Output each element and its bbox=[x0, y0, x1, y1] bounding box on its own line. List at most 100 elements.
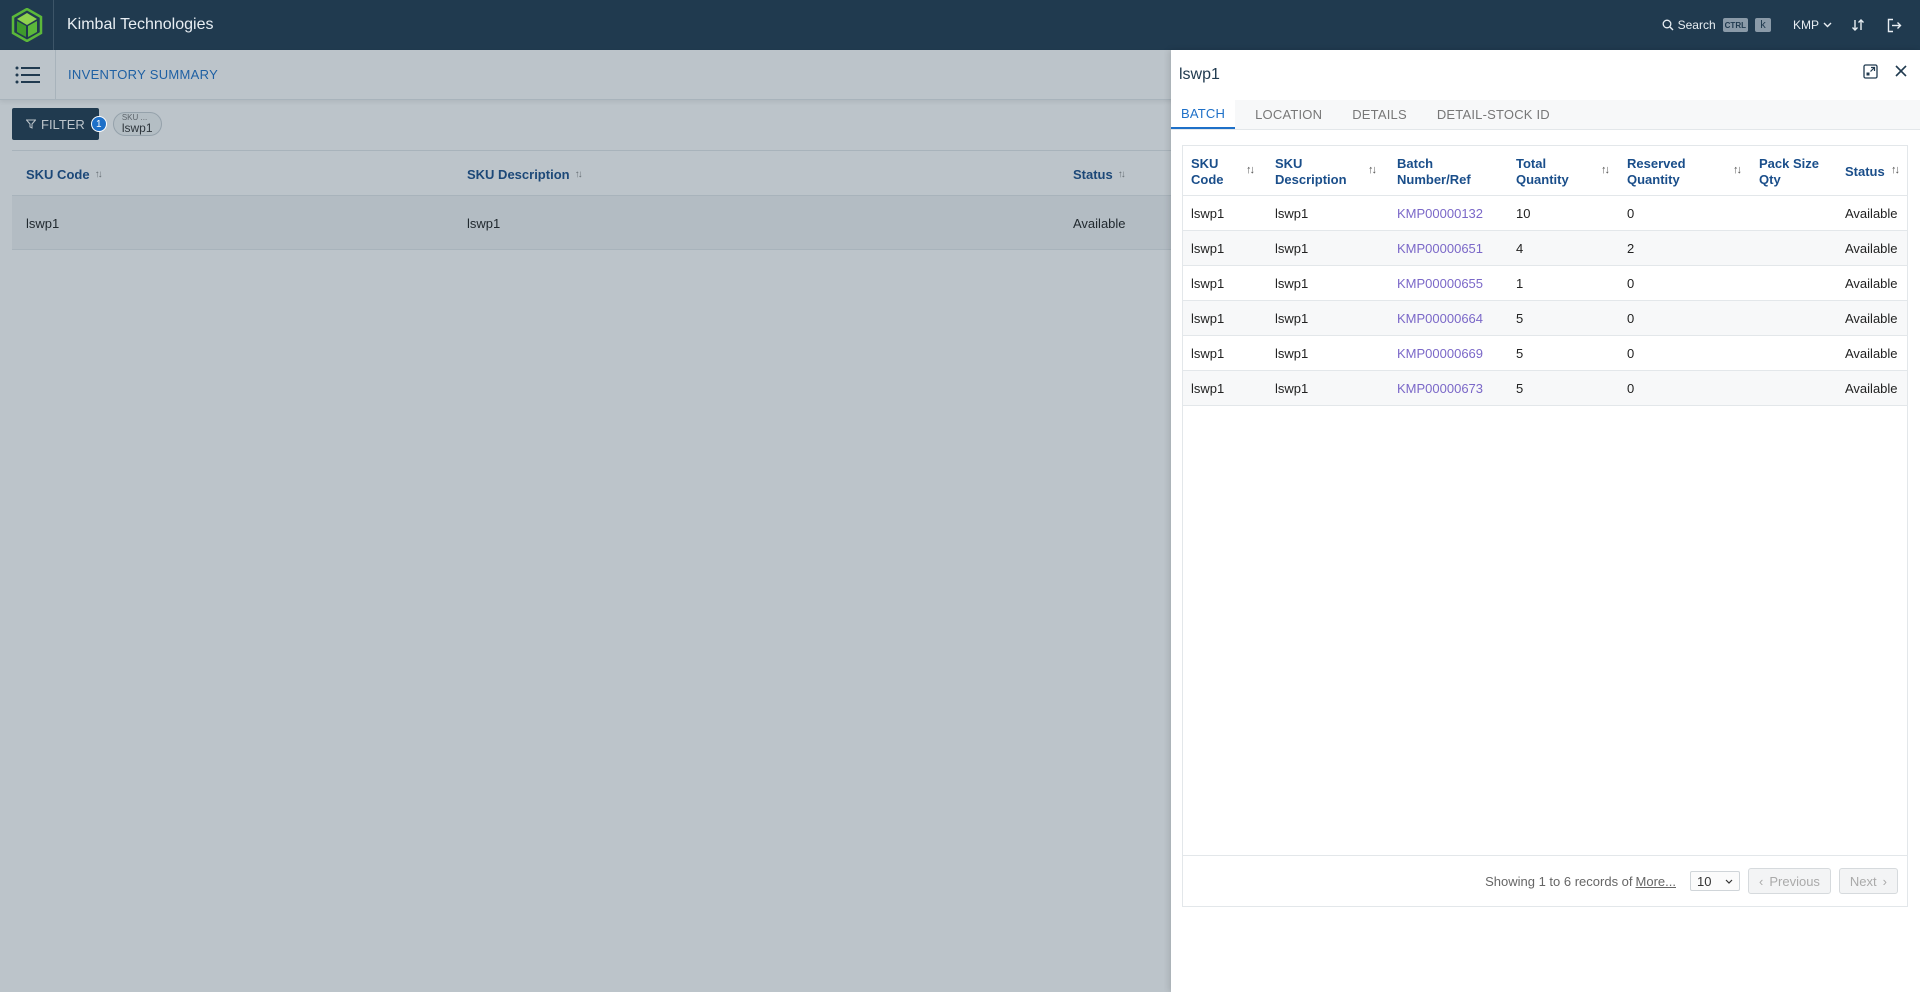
tab-batch[interactable]: BATCH bbox=[1171, 100, 1236, 129]
column-label-line: Batch bbox=[1397, 156, 1434, 171]
cell-batch-link[interactable]: KMP00000669 bbox=[1397, 346, 1483, 361]
column-label-line: Code bbox=[1191, 172, 1224, 187]
column-header-sku-code[interactable]: SKU Code bbox=[1191, 156, 1224, 188]
cell-sku-description: lswp1 bbox=[1275, 346, 1309, 361]
column-header-sku-description[interactable]: SKU Description bbox=[1275, 156, 1347, 188]
logo-icon bbox=[11, 8, 42, 42]
drawer-header: lswp1 bbox=[1171, 50, 1920, 100]
cell-sku-code: lswp1 bbox=[1191, 381, 1225, 396]
table-row[interactable]: lswp1 lswp1 KMP00000655 1 0 Available bbox=[1183, 266, 1907, 301]
cell-total-quantity: 4 bbox=[1516, 241, 1524, 256]
top-right-actions: Search CTRL k KMP bbox=[1662, 0, 1920, 50]
cell-reserved-quantity: 0 bbox=[1627, 276, 1635, 291]
cell-total-quantity: 10 bbox=[1516, 206, 1531, 221]
column-header-reserved-quantity[interactable]: Reserved Quantity bbox=[1627, 156, 1686, 188]
cell-batch-link[interactable]: KMP00000655 bbox=[1397, 276, 1483, 291]
cell-sku-code: lswp1 bbox=[1191, 276, 1225, 291]
column-header-pack-size[interactable]: Pack Size Qty bbox=[1759, 156, 1819, 188]
k-key-badge: k bbox=[1754, 18, 1771, 32]
sort-toggle-button[interactable] bbox=[1848, 15, 1868, 35]
cell-sku-code: lswp1 bbox=[1191, 346, 1225, 361]
table-row[interactable]: lswp1 lswp1 KMP00000651 4 2 Available bbox=[1183, 231, 1907, 266]
column-label-line: SKU bbox=[1275, 156, 1303, 171]
cell-reserved-quantity: 2 bbox=[1627, 241, 1635, 256]
drawer-title: lswp1 bbox=[1179, 66, 1220, 83]
column-header-status[interactable]: Status bbox=[1845, 164, 1885, 180]
cell-status: Available bbox=[1845, 276, 1898, 291]
batch-grid-header: SKU Code ↑↓ SKU Description ↑↓ Batch Num… bbox=[1183, 146, 1907, 196]
chevron-down-icon bbox=[1725, 879, 1733, 884]
cell-reserved-quantity: 0 bbox=[1627, 346, 1635, 361]
logout-button[interactable] bbox=[1884, 15, 1904, 35]
table-row[interactable]: lswp1 lswp1 KMP00000669 5 0 Available bbox=[1183, 336, 1907, 371]
tab-detail-stock-id[interactable]: DETAIL-STOCK ID bbox=[1427, 100, 1560, 129]
column-label-line: Number/Ref bbox=[1397, 172, 1471, 187]
page-size-select[interactable]: 10 bbox=[1690, 871, 1740, 891]
app-logo[interactable] bbox=[0, 0, 54, 50]
org-label: KMP bbox=[1792, 18, 1819, 32]
tab-details[interactable]: DETAILS bbox=[1342, 100, 1417, 129]
column-label-line: Total bbox=[1516, 156, 1547, 171]
cell-batch-link[interactable]: KMP00000132 bbox=[1397, 206, 1483, 221]
cell-sku-code: lswp1 bbox=[1191, 241, 1225, 256]
brand-name: Kimbal Technologies bbox=[67, 16, 214, 33]
search-label: Search bbox=[1677, 18, 1716, 32]
expand-button[interactable] bbox=[1863, 64, 1878, 82]
more-link[interactable]: More... bbox=[1636, 874, 1676, 889]
cell-reserved-quantity: 0 bbox=[1627, 381, 1635, 396]
column-label-line: Status bbox=[1845, 164, 1885, 179]
next-page-button[interactable]: Next › bbox=[1838, 868, 1898, 894]
cell-status: Available bbox=[1845, 311, 1898, 326]
org-selector[interactable]: KMP bbox=[1793, 18, 1832, 32]
chevron-right-icon: › bbox=[1882, 873, 1887, 889]
global-search-button[interactable]: Search CTRL k bbox=[1662, 18, 1771, 32]
cell-reserved-quantity: 0 bbox=[1627, 311, 1635, 326]
table-row[interactable]: lswp1 lswp1 KMP00000664 5 0 Available bbox=[1183, 301, 1907, 336]
cell-status: Available bbox=[1845, 206, 1898, 221]
pagination-bar: Showing 1 to 6 records of More... 10 ‹ P… bbox=[1183, 855, 1907, 906]
chevron-left-icon: ‹ bbox=[1759, 873, 1764, 889]
cell-status: Available bbox=[1845, 241, 1898, 256]
logout-icon bbox=[1887, 18, 1901, 32]
detail-drawer: lswp1 BATCH LOCATION DETAILS DETAIL-STOC… bbox=[1171, 50, 1920, 992]
cell-total-quantity: 5 bbox=[1516, 381, 1524, 396]
column-label-line: SKU bbox=[1191, 156, 1219, 171]
previous-page-button[interactable]: ‹ Previous bbox=[1748, 868, 1831, 894]
column-label-line: Qty bbox=[1759, 172, 1781, 187]
sort-icon[interactable]: ↑↓ bbox=[1891, 164, 1900, 176]
column-header-batch-number[interactable]: Batch Number/Ref bbox=[1397, 156, 1471, 188]
cell-batch-link[interactable]: KMP00000651 bbox=[1397, 241, 1483, 256]
cell-total-quantity: 5 bbox=[1516, 311, 1524, 326]
sort-icon[interactable]: ↑↓ bbox=[1368, 164, 1377, 176]
drawer-tabs: BATCH LOCATION DETAILS DETAIL-STOCK ID bbox=[1171, 100, 1920, 130]
column-label-line: Description bbox=[1275, 172, 1347, 187]
cell-total-quantity: 1 bbox=[1516, 276, 1524, 291]
table-row[interactable]: lswp1 lswp1 KMP00000132 10 0 Available bbox=[1183, 196, 1907, 231]
sort-icon[interactable]: ↑↓ bbox=[1733, 164, 1742, 176]
cell-status: Available bbox=[1845, 381, 1898, 396]
cell-sku-description: lswp1 bbox=[1275, 311, 1309, 326]
table-row[interactable]: lswp1 lswp1 KMP00000673 5 0 Available bbox=[1183, 371, 1907, 406]
cell-sku-code: lswp1 bbox=[1191, 206, 1225, 221]
cell-sku-description: lswp1 bbox=[1275, 276, 1309, 291]
sort-icon[interactable]: ↑↓ bbox=[1601, 164, 1610, 176]
close-button[interactable] bbox=[1894, 64, 1908, 82]
sort-icon[interactable]: ↑↓ bbox=[1246, 164, 1255, 176]
cell-batch-link[interactable]: KMP00000664 bbox=[1397, 311, 1483, 326]
cell-sku-description: lswp1 bbox=[1275, 206, 1309, 221]
cell-reserved-quantity: 0 bbox=[1627, 206, 1635, 221]
column-label-line: Quantity bbox=[1627, 172, 1680, 187]
cell-batch-link[interactable]: KMP00000673 bbox=[1397, 381, 1483, 396]
sort-icon bbox=[1852, 19, 1864, 31]
tab-location[interactable]: LOCATION bbox=[1245, 100, 1332, 129]
records-summary: Showing 1 to 6 records of bbox=[1485, 873, 1633, 889]
page-size-value: 10 bbox=[1697, 873, 1712, 889]
previous-label: Previous bbox=[1769, 873, 1820, 889]
cell-status: Available bbox=[1845, 346, 1898, 361]
cell-sku-description: lswp1 bbox=[1275, 241, 1309, 256]
cell-sku-code: lswp1 bbox=[1191, 311, 1225, 326]
column-header-total-quantity[interactable]: Total Quantity bbox=[1516, 156, 1569, 188]
close-icon bbox=[1895, 65, 1907, 77]
expand-icon bbox=[1863, 64, 1878, 79]
column-label-line: Pack Size bbox=[1759, 156, 1819, 171]
